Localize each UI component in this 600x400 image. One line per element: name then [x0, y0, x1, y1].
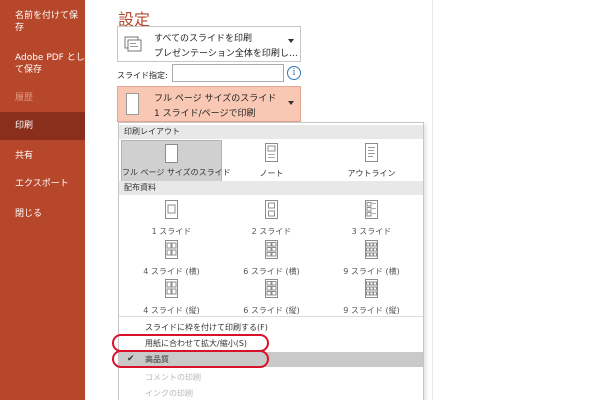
- sidebar-item-export[interactable]: エクスポート: [0, 178, 85, 190]
- slides-stack-icon: [124, 36, 142, 52]
- notes-page-icon: [264, 143, 278, 162]
- print-layout-header: 印刷レイアウト: [119, 125, 423, 139]
- handout-2-icon: [264, 200, 278, 219]
- backstage-sidebar: 名前を付けて保 存 Adobe PDF とし て保存 履歴 印刷 共有 エクスポ…: [0, 0, 85, 400]
- scale-to-fit-option[interactable]: 用紙に合わせて拡大/縮小(S): [119, 336, 423, 351]
- panel-divider: [432, 0, 433, 400]
- sidebar-item-share[interactable]: 共有: [0, 150, 85, 162]
- check-icon: ✔: [127, 354, 135, 364]
- print-layout-menu: 印刷レイアウト フル ページ サイズのスライド ノート アウトライン 配布資料 …: [118, 122, 424, 400]
- print-ink-option[interactable]: インクの印刷: [119, 386, 423, 400]
- sidebar-item-history[interactable]: 履歴: [0, 92, 85, 104]
- layout-option-label: アウトライン: [347, 169, 396, 178]
- sidebar-item-close[interactable]: 閉じる: [0, 208, 85, 220]
- handout-label: 1 スライド: [151, 227, 192, 236]
- full-page-slide-icon: [164, 144, 178, 163]
- handout-9h-icon: [364, 240, 378, 259]
- info-icon[interactable]: i: [287, 66, 301, 80]
- handout-option-4-horizontal[interactable]: 4 スライド (横): [121, 237, 222, 277]
- chevron-down-icon: [288, 39, 294, 43]
- layout-option-label: ノート: [259, 169, 284, 178]
- layout-option-notes[interactable]: ノート: [221, 140, 322, 182]
- handout-label: 9 スライド (縦): [343, 306, 400, 315]
- menu-separator: [119, 316, 423, 317]
- layout-dropdown-title: フル ページ サイズのスライド: [154, 94, 277, 104]
- print-comments-option[interactable]: コメントの印刷: [119, 370, 423, 385]
- page-icon: [126, 93, 139, 115]
- handout-9v-icon: [364, 279, 378, 298]
- handout-label: 4 スライド (縦): [143, 306, 200, 315]
- sidebar-item-save-as[interactable]: 名前を付けて保 存: [0, 10, 85, 34]
- handout-1-icon: [164, 200, 178, 219]
- handout-option-1[interactable]: 1 スライド: [121, 197, 222, 237]
- handout-option-9-horizontal[interactable]: 9 スライド (横): [321, 237, 422, 277]
- high-quality-option[interactable]: ✔ 高品質: [119, 352, 423, 367]
- handout-option-4-vertical[interactable]: 4 スライド (縦): [121, 276, 222, 316]
- slides-input[interactable]: [172, 64, 284, 82]
- handout-label: 3 スライド: [351, 227, 392, 236]
- handout-4v-icon: [164, 279, 178, 298]
- slides-label: スライド指定:: [117, 71, 168, 80]
- handout-option-9-vertical[interactable]: 9 スライド (縦): [321, 276, 422, 316]
- handout-6v-icon: [264, 279, 278, 298]
- layout-option-label: フル ページ サイズのスライド: [122, 168, 231, 177]
- layout-dropdown-subtitle: 1 スライド/ページで印刷: [154, 109, 256, 119]
- handout-option-6-horizontal[interactable]: 6 スライド (横): [221, 237, 322, 277]
- print-range-subtitle: プレゼンテーション全体を印刷し…: [154, 49, 298, 59]
- sidebar-item-save-as-pdf[interactable]: Adobe PDF とし て保存: [0, 52, 85, 76]
- layout-dropdown[interactable]: フル ページ サイズのスライド 1 スライド/ページで印刷: [117, 86, 301, 122]
- print-range-title: すべてのスライドを印刷: [154, 34, 253, 44]
- layout-option-full-page[interactable]: フル ページ サイズのスライド: [121, 140, 231, 182]
- handouts-header: 配布資料: [119, 181, 423, 195]
- frame-slides-option[interactable]: スライドに枠を付けて印刷する(F): [119, 320, 423, 335]
- outline-page-icon: [364, 143, 378, 162]
- high-quality-label: 高品質: [145, 355, 169, 364]
- print-range-dropdown[interactable]: すべてのスライドを印刷 プレゼンテーション全体を印刷し…: [117, 26, 301, 62]
- handout-4h-icon: [164, 240, 178, 259]
- handout-label: 6 スライド (縦): [243, 306, 300, 315]
- sidebar-item-print[interactable]: 印刷: [0, 112, 85, 140]
- handout-option-2[interactable]: 2 スライド: [221, 197, 322, 237]
- handout-option-6-vertical[interactable]: 6 スライド (縦): [221, 276, 322, 316]
- handout-option-3[interactable]: 3 スライド: [321, 197, 422, 237]
- handout-6h-icon: [264, 240, 278, 259]
- layout-option-outline[interactable]: アウトライン: [321, 140, 422, 182]
- chevron-down-icon: [288, 101, 294, 105]
- handout-label: 2 スライド: [251, 227, 292, 236]
- handout-3-icon: [364, 200, 378, 219]
